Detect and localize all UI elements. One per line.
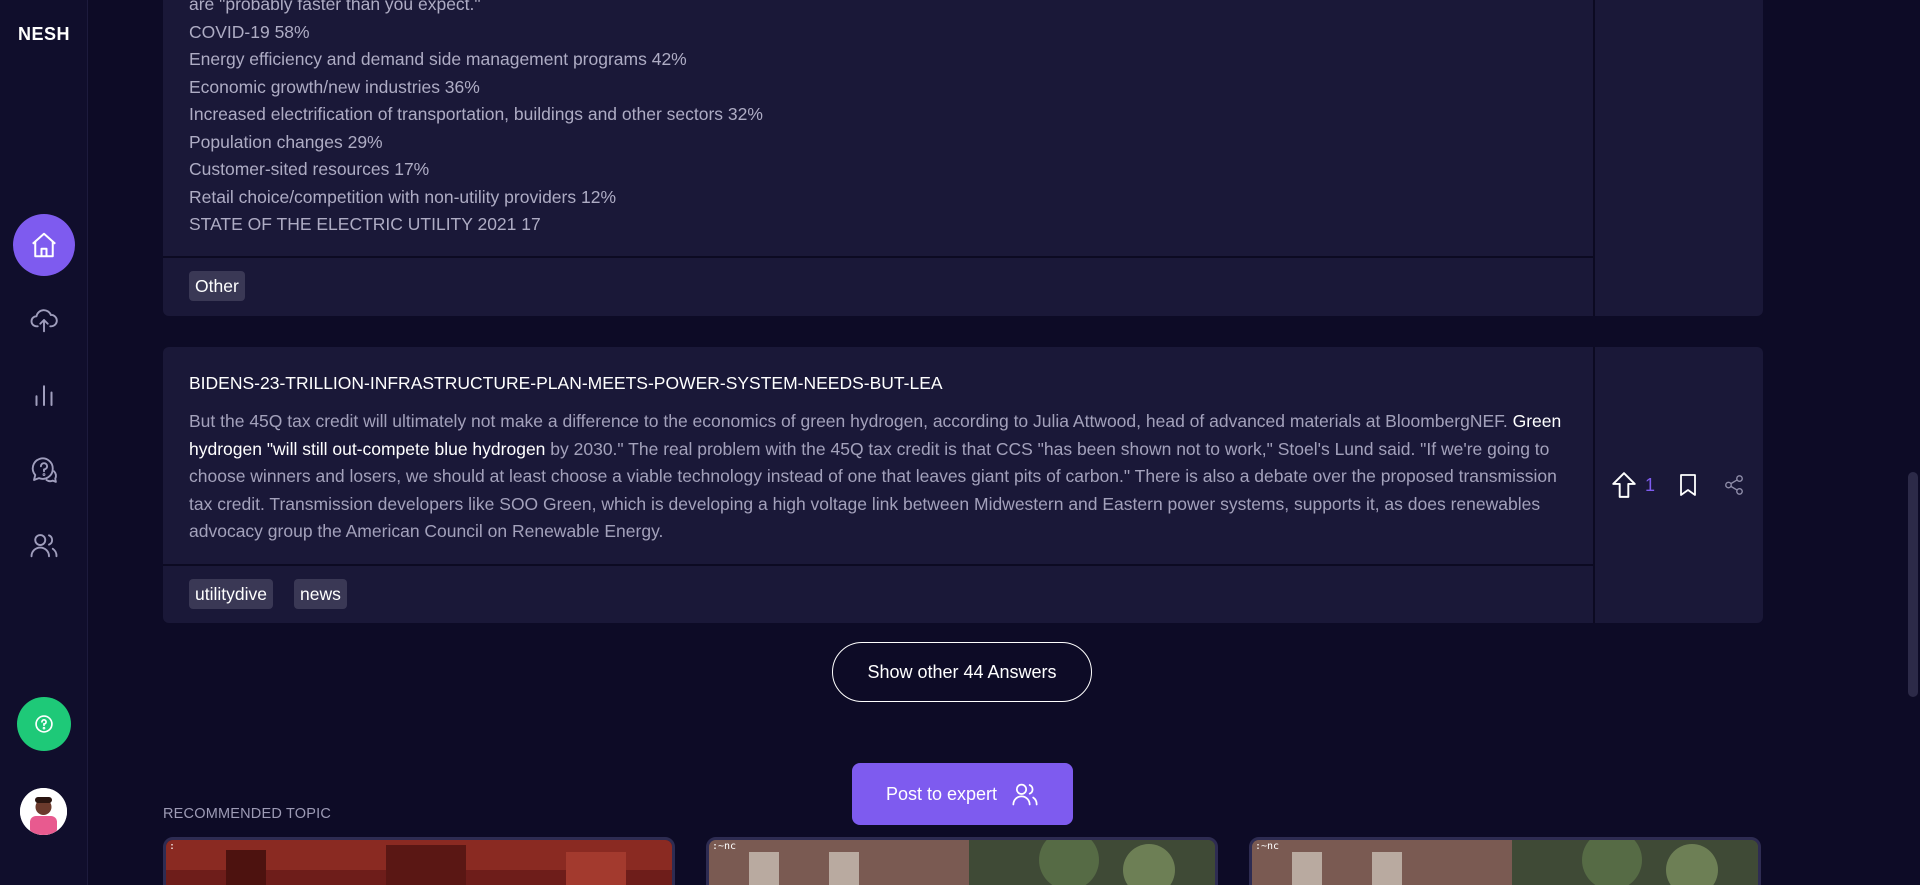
tag[interactable]: news — [294, 579, 347, 609]
nav-upload-button[interactable] — [13, 289, 75, 351]
nav-home-button[interactable] — [13, 214, 75, 276]
recommended-topic-card[interactable]: : — [163, 837, 675, 885]
post-to-expert-label: Post to expert — [885, 783, 998, 804]
help-button[interactable] — [17, 697, 71, 751]
show-more-answers-button[interactable]: Show other 44 Answers — [832, 642, 1092, 702]
thumbnail-caption: : — [169, 841, 176, 852]
user-avatar[interactable] — [20, 788, 67, 835]
upvote-count: 1 — [1645, 474, 1656, 495]
answer-text: are "probably faster than you expect." C… — [189, 0, 763, 239]
answer-line: Energy efficiency and demand side manage… — [189, 49, 687, 69]
answer-card: are "probably faster than you expect." C… — [163, 0, 1763, 316]
recommended-topic-heading: RECOMMENDED TOPIC — [163, 806, 332, 822]
answer-title[interactable]: BIDENS-23-TRILLION-INFRASTRUCTURE-PLAN-M… — [189, 373, 943, 394]
answer-line: STATE OF THE ELECTRIC UTILITY 2021 17 — [189, 214, 541, 234]
answer-text-part: But the 45Q tax credit will ultimately n… — [189, 411, 1513, 431]
thumbnail-caption: :~nc — [1255, 841, 1280, 852]
answer-line: COVID-19 58% — [189, 21, 310, 42]
answer-line: Economic growth/new industries 36% — [189, 76, 480, 97]
users-icon — [30, 534, 58, 558]
answer-actions: 1 — [1611, 470, 1751, 500]
upvote-icon[interactable] — [1611, 471, 1637, 499]
answer-line: Increased electrification of transportat… — [189, 104, 763, 124]
recommended-topic-card[interactable]: :~nc — [706, 837, 1218, 885]
cloud-upload-icon — [30, 309, 58, 333]
users-icon — [1012, 783, 1038, 806]
bar-chart-icon — [35, 385, 53, 406]
tag[interactable]: utilitydive — [189, 579, 273, 609]
card-divider — [163, 564, 1593, 566]
tag[interactable]: Other — [189, 271, 245, 301]
app-logo[interactable]: NESH — [0, 24, 88, 45]
nav-analytics-button[interactable] — [13, 364, 75, 426]
answer-line: Customer-sited resources 17% — [189, 159, 430, 179]
topic-thumbnail — [1252, 840, 1758, 885]
nav-questions-button[interactable] — [13, 439, 75, 501]
nav-experts-button[interactable] — [13, 514, 75, 576]
answer-line: are "probably faster than you expect." — [189, 0, 481, 14]
topic-thumbnail — [166, 840, 672, 885]
topic-thumbnail — [709, 840, 1215, 885]
page-scrollbar[interactable] — [1908, 472, 1918, 697]
sidebar: NESH — [0, 0, 88, 885]
post-to-expert-button[interactable]: Post to expert — [852, 763, 1073, 825]
card-divider — [163, 256, 1593, 258]
answer-card-actions — [1593, 0, 1763, 316]
avatar — [20, 788, 67, 835]
answer-line: Retail choice/competition with non-utili… — [189, 186, 617, 207]
help-icon — [35, 715, 53, 733]
bookmark-icon[interactable] — [1677, 473, 1699, 497]
answer-line: Population changes 29% — [189, 131, 383, 152]
thumbnail-caption: :~nc — [712, 841, 737, 852]
answer-text: But the 45Q tax credit will ultimately n… — [189, 408, 1579, 546]
question-chat-icon — [31, 457, 57, 483]
home-icon — [32, 232, 56, 258]
share-icon[interactable] — [1723, 474, 1745, 496]
recommended-topic-card[interactable]: :~nc — [1249, 837, 1761, 885]
